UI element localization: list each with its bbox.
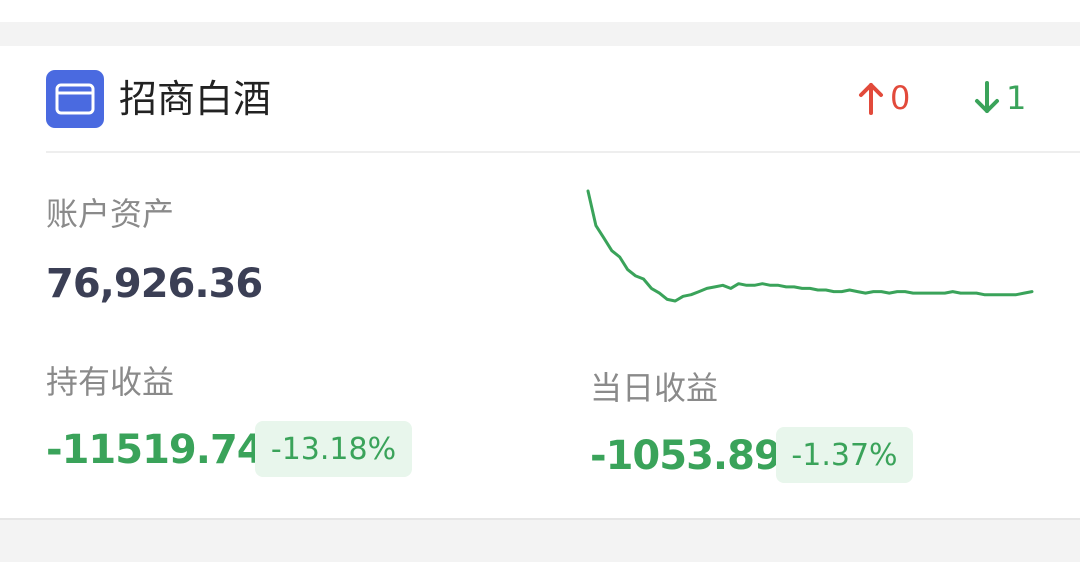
- up-count-value: 0: [890, 79, 911, 117]
- assets-value: 76,926.36: [46, 261, 263, 307]
- daily-gain-label: 当日收益: [590, 369, 719, 407]
- arrow-up-icon: [858, 81, 884, 115]
- down-count-value: 1: [1006, 79, 1027, 117]
- top-strip: [0, 0, 1080, 22]
- holding-gain-percent-badge: -13.18%: [255, 421, 412, 477]
- header-divider: [46, 151, 1080, 153]
- sparkline-chart: [586, 189, 1034, 303]
- holding-gain-value: -11519.74: [46, 427, 265, 473]
- fund-name: 招商白酒: [119, 77, 272, 121]
- down-count: 1: [974, 78, 1026, 118]
- sparkline-line: [586, 189, 1034, 303]
- wallet-icon: [46, 70, 104, 128]
- holding-gain-label: 持有收益: [46, 363, 175, 401]
- arrow-down-icon: [974, 81, 1000, 115]
- up-count: 0: [858, 78, 910, 118]
- fund-header: 招商白酒 0 1: [0, 46, 1080, 151]
- fund-card[interactable]: 招商白酒 0 1 账户资产 76,926.36 持有收益 -11519.74 -…: [0, 46, 1080, 520]
- daily-gain-value: -1053.89: [590, 433, 782, 479]
- daily-gain-percent-badge: -1.37%: [776, 427, 913, 483]
- assets-label: 账户资产: [46, 195, 175, 233]
